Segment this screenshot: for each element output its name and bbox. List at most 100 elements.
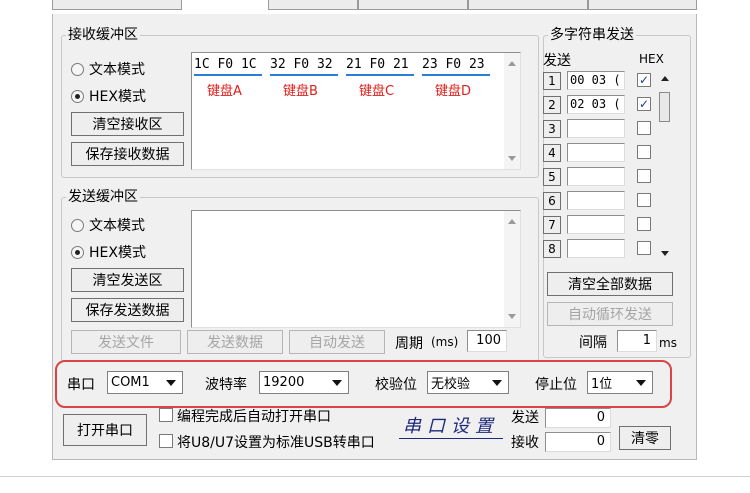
underline-keyboard-b <box>270 74 338 76</box>
receive-text-mode-radio[interactable]: 文本模式 <box>71 59 145 79</box>
hex-bytes-keyboard-b: 32 F0 32 <box>270 57 333 72</box>
multi-col-send-label: 发送 <box>543 53 571 69</box>
multi-string-input-7[interactable] <box>567 215 625 234</box>
send-hex-mode-radio[interactable]: HEX模式 <box>71 242 146 262</box>
scroll-up-icon[interactable] <box>661 76 669 81</box>
top-tab[interactable] <box>268 0 358 10</box>
period-label: 周期 <box>395 336 423 352</box>
stop-bits-select[interactable]: 1位 <box>587 371 653 394</box>
send-file-button[interactable]: 发送文件 <box>71 330 181 354</box>
period-unit: (ms) <box>431 335 459 349</box>
scroll-thumb[interactable] <box>659 92 670 122</box>
auto-open-checkbox[interactable] <box>159 408 173 422</box>
clear-send-button[interactable]: 清空发送区 <box>71 268 184 292</box>
clear-counters-button[interactable]: 清零 <box>619 426 671 450</box>
underline-keyboard-c <box>346 74 414 76</box>
receive-scrollbar[interactable] <box>504 53 520 169</box>
chevron-down-icon[interactable] <box>332 380 342 386</box>
receive-hex-mode-radio[interactable]: HEX模式 <box>71 86 146 106</box>
annotation-underline <box>399 438 503 439</box>
recv-count-label: 接收 <box>511 435 539 451</box>
scroll-up-icon[interactable] <box>508 61 516 66</box>
hex-checkbox-2[interactable]: ✓ <box>637 97 651 111</box>
baud-select-value: 19200 <box>263 375 305 390</box>
baud-label: 波特率 <box>205 377 247 393</box>
baud-select[interactable]: 19200 <box>259 371 349 394</box>
hex-checkbox-5[interactable] <box>637 169 651 183</box>
radio-selected-icon <box>71 89 84 103</box>
multi-string-input-1[interactable]: 00 03 ( <box>567 71 625 90</box>
send-text-mode-radio[interactable]: 文本模式 <box>71 215 145 235</box>
scroll-up-icon[interactable] <box>508 219 516 224</box>
multi-string-input-2[interactable]: 02 03 ( <box>567 95 625 114</box>
underline-keyboard-d <box>422 74 490 76</box>
multi-send-button-2[interactable]: 2 <box>543 96 561 114</box>
period-input[interactable]: 100 <box>467 330 507 352</box>
recv-count-value: 0 <box>545 432 611 452</box>
multi-string-scrollbar[interactable] <box>657 70 673 260</box>
scroll-down-icon[interactable] <box>508 314 516 319</box>
multi-send-button-3[interactable]: 3 <box>543 120 561 138</box>
multi-string-input-4[interactable] <box>567 143 625 162</box>
save-receive-button[interactable]: 保存接收数据 <box>71 142 184 166</box>
radio-icon <box>71 218 84 232</box>
hex-bytes-keyboard-c: 21 F0 21 <box>346 57 409 72</box>
receive-hex-mode-label: HEX模式 <box>89 89 146 105</box>
keyboard-d-label: 键盘D <box>435 84 472 99</box>
hex-checkbox-6[interactable] <box>637 193 651 207</box>
parity-select-value: 无校验 <box>431 377 471 392</box>
send-data-button[interactable]: 发送数据 <box>187 330 283 354</box>
chevron-down-icon[interactable] <box>166 380 176 386</box>
hex-checkbox-3[interactable] <box>637 121 651 135</box>
top-tab[interactable] <box>52 0 182 10</box>
scroll-down-icon[interactable] <box>508 156 516 161</box>
hex-bytes-keyboard-a: 1C F0 1C <box>194 57 257 72</box>
send-scrollbar[interactable] <box>504 211 520 327</box>
multi-send-button-5[interactable]: 5 <box>543 168 561 186</box>
open-port-button[interactable]: 打开串口 <box>63 414 147 446</box>
multi-send-button-4[interactable]: 4 <box>543 144 561 162</box>
port-label: 串口 <box>67 377 95 393</box>
top-tab[interactable] <box>588 0 697 10</box>
scroll-down-icon[interactable] <box>661 251 669 256</box>
clear-all-data-button[interactable]: 清空全部数据 <box>547 272 673 296</box>
multi-col-hex-label: HEX <box>639 52 664 66</box>
chevron-down-icon[interactable] <box>492 380 502 386</box>
auto-open-label: 编程完成后自动打开串口 <box>177 409 331 425</box>
receive-text-mode-label: 文本模式 <box>89 62 145 78</box>
multi-string-input-8[interactable] <box>567 239 625 258</box>
multi-string-input-6[interactable] <box>567 191 625 210</box>
multi-string-input-5[interactable] <box>567 167 625 186</box>
save-send-button[interactable]: 保存发送数据 <box>71 298 184 322</box>
keyboard-a-label: 键盘A <box>207 84 242 99</box>
auto-send-button[interactable]: 自动发送 <box>289 330 385 354</box>
stop-bits-label: 停止位 <box>535 377 577 393</box>
interval-unit: ms <box>659 336 677 350</box>
clear-receive-button[interactable]: 清空接收区 <box>71 112 184 136</box>
multi-send-button-8[interactable]: 8 <box>543 240 561 258</box>
send-textarea[interactable] <box>191 210 521 328</box>
parity-select[interactable]: 无校验 <box>427 371 509 394</box>
port-select[interactable]: COM1 <box>107 371 183 394</box>
chevron-down-icon[interactable] <box>636 380 646 386</box>
send-count-label: 发送 <box>511 410 539 426</box>
stop-bits-select-value: 1位 <box>591 377 613 392</box>
hex-checkbox-7[interactable] <box>637 217 651 231</box>
hex-checkbox-1[interactable]: ✓ <box>637 73 651 87</box>
multi-send-button-7[interactable]: 7 <box>543 216 561 234</box>
auto-loop-send-button[interactable]: 自动循环发送 <box>547 302 673 326</box>
hex-checkbox-4[interactable] <box>637 145 651 159</box>
usb-mode-checkbox[interactable] <box>159 434 173 448</box>
top-tab[interactable] <box>358 0 468 10</box>
top-tab[interactable] <box>468 0 588 10</box>
keyboard-b-label: 键盘B <box>283 84 318 99</box>
port-select-value: COM1 <box>111 375 150 390</box>
hex-checkbox-8[interactable] <box>637 241 651 255</box>
multi-string-input-3[interactable] <box>567 119 625 138</box>
top-tab-strip <box>0 0 750 12</box>
multi-send-button-1[interactable]: 1 <box>543 72 561 90</box>
multi-send-button-6[interactable]: 6 <box>543 192 561 210</box>
interval-input[interactable]: 1 <box>617 330 657 352</box>
radio-selected-icon <box>71 245 84 259</box>
checkmark-icon: ✓ <box>638 97 650 111</box>
